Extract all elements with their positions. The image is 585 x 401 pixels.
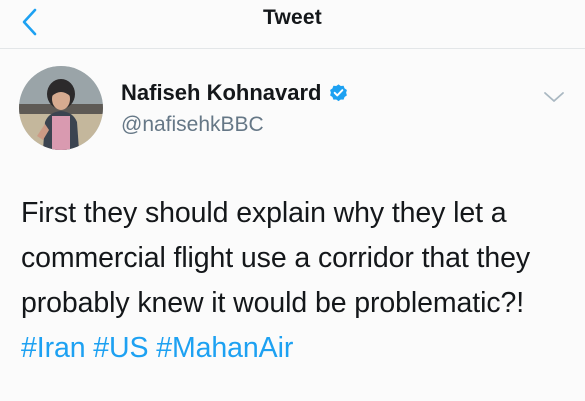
navigation-bar: Tweet bbox=[0, 0, 585, 49]
tweet-body: First they should explain why they let a… bbox=[21, 197, 531, 319]
tweet-detail-screen: Tweet Nafiseh Kohnavard @nafisehkBBC Fir… bbox=[0, 0, 585, 401]
hashtag-iran[interactable]: #Iran bbox=[21, 332, 86, 364]
hashtag-mahanair[interactable]: #MahanAir bbox=[156, 332, 293, 364]
tweet: Nafiseh Kohnavard @nafisehkBBC First the… bbox=[0, 49, 585, 401]
avatar[interactable] bbox=[19, 66, 103, 150]
more-options-button[interactable] bbox=[541, 87, 567, 107]
profile-photo bbox=[19, 66, 103, 150]
author-handle[interactable]: @nafisehkBBC bbox=[121, 113, 264, 137]
chevron-down-icon bbox=[544, 92, 564, 102]
page-title: Tweet bbox=[263, 6, 322, 29]
hashtag-us[interactable]: #US bbox=[93, 332, 148, 364]
author-name-row[interactable]: Nafiseh Kohnavard bbox=[121, 80, 349, 106]
verified-badge-icon bbox=[328, 83, 349, 104]
author-name: Nafiseh Kohnavard bbox=[121, 80, 322, 105]
tweet-text: First they should explain why they let a… bbox=[21, 191, 576, 371]
